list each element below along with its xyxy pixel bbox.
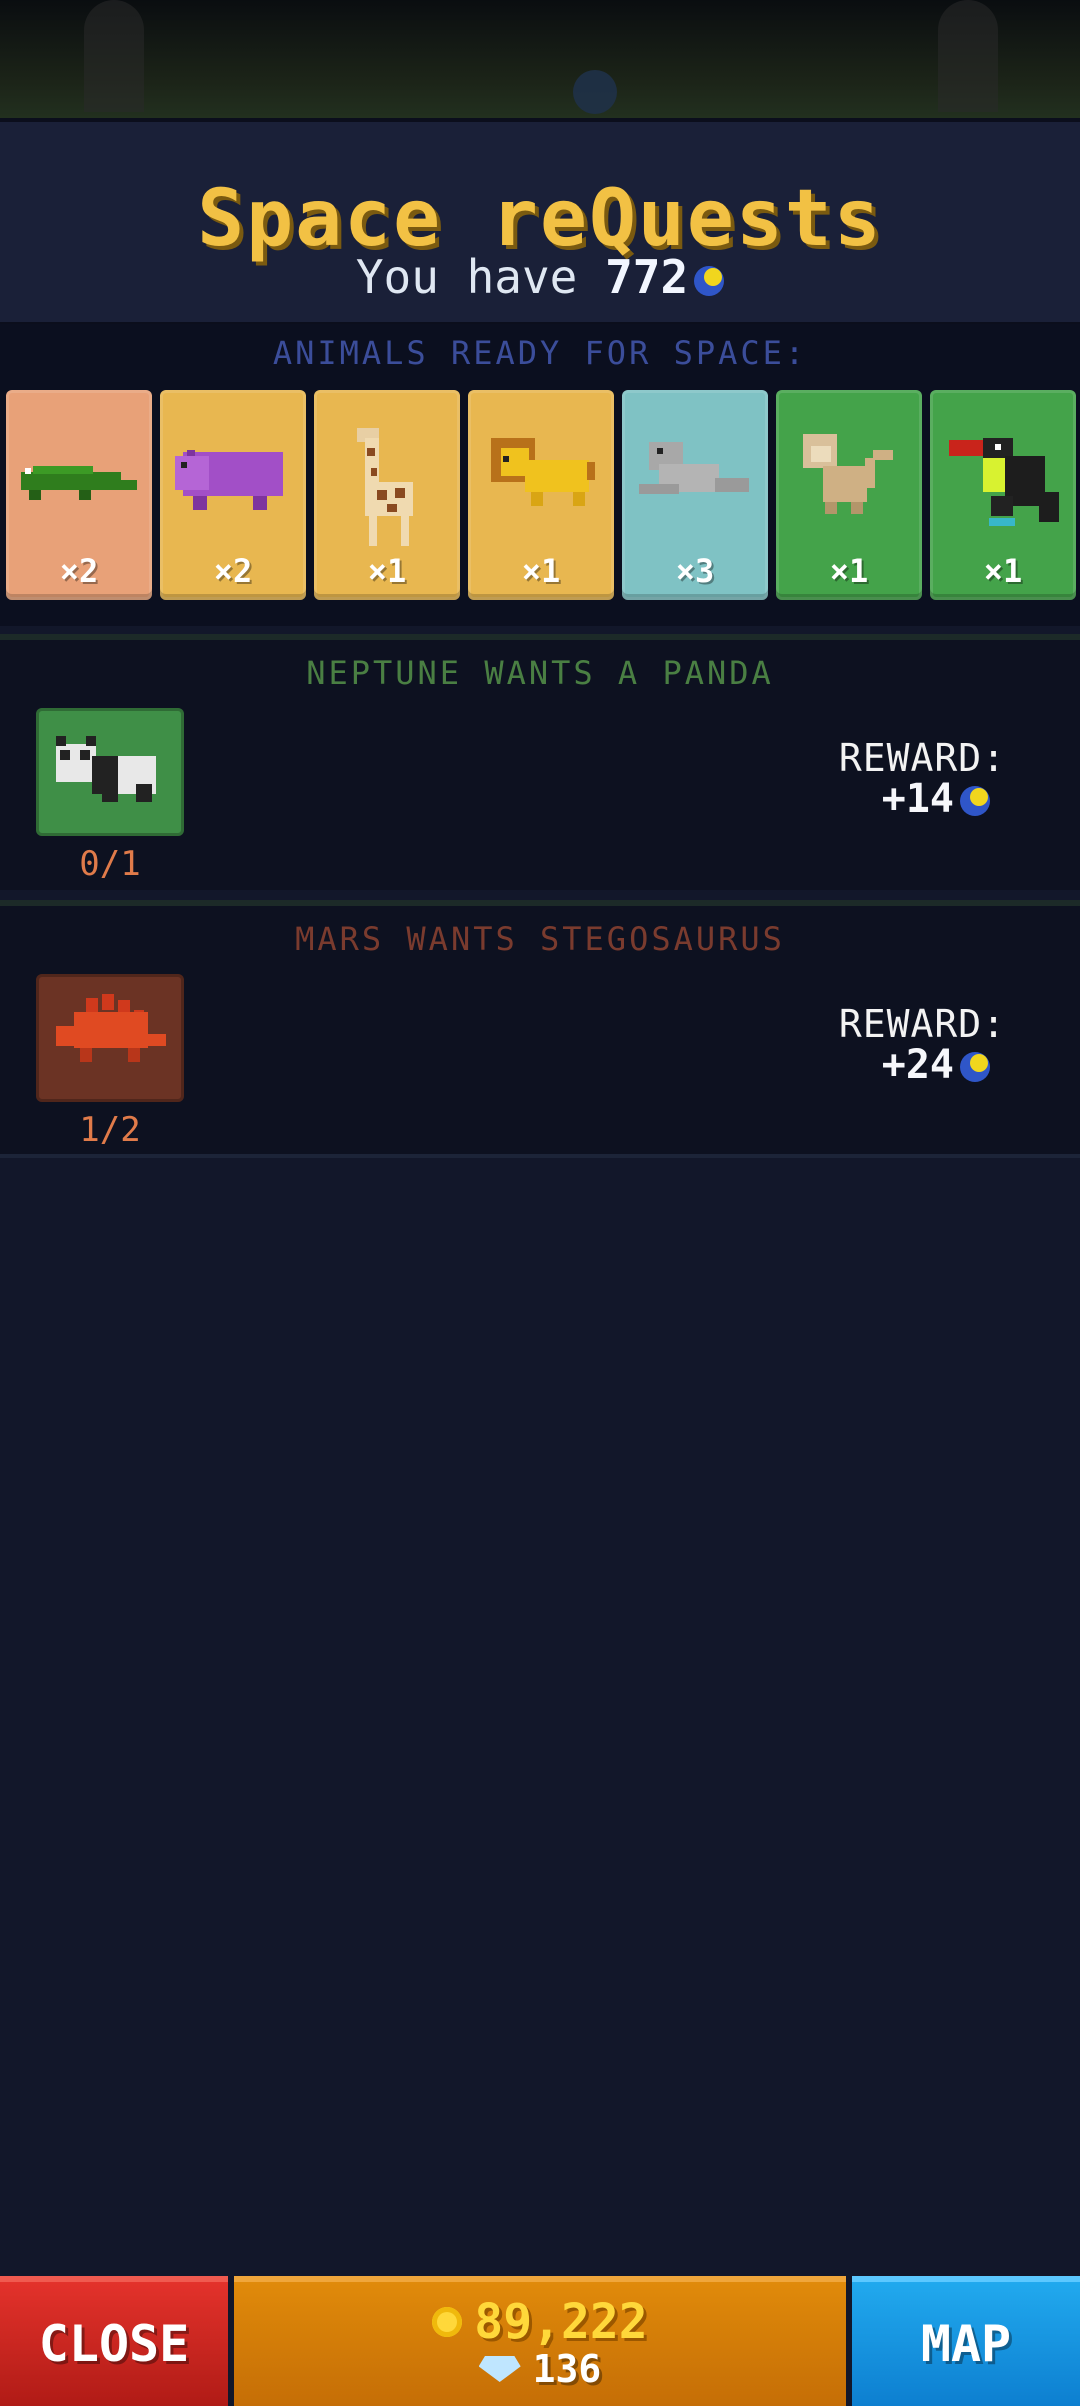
reward-value: +24 — [882, 1042, 990, 1088]
coin-icon — [432, 2307, 463, 2337]
request-animal-tile — [36, 974, 184, 1102]
animal-card-giraffe[interactable]: ×1 — [314, 390, 460, 600]
animal-card-hippo[interactable]: ×2 — [160, 390, 306, 600]
request-card[interactable]: MARS WANTS STEGOSAURUS 1/2 REWARD: +24 — [0, 900, 1080, 1156]
gem-icon — [478, 2356, 521, 2382]
seal-icon — [639, 442, 749, 494]
request-progress: 1/2 — [79, 1110, 141, 1150]
giraffe-icon — [357, 428, 413, 546]
coin-count: 89,222 — [474, 2294, 648, 2350]
request-title: NEPTUNE WANTS A PANDA — [306, 654, 774, 692]
moon-coin-icon — [694, 265, 725, 296]
bottom-bar: CLOSE 89,222 136 MAP — [0, 2276, 1080, 2406]
toucan-icon — [949, 438, 1059, 526]
currency-display: 89,222 136 — [234, 2276, 846, 2406]
request-title: MARS WANTS STEGOSAURUS — [295, 920, 785, 958]
reward-value: +14 — [882, 776, 990, 822]
reward-label: REWARD: — [838, 1002, 1006, 1046]
tree-silhouette — [938, 0, 998, 112]
balance-prefix: You have — [355, 250, 578, 304]
balance-value: 772 — [605, 250, 689, 304]
gem-count: 136 — [532, 2347, 602, 2391]
hippo-icon — [175, 450, 283, 510]
moon-coin-icon — [573, 70, 617, 114]
game-scene-strip — [0, 0, 1080, 118]
divider — [0, 1154, 1080, 1158]
monkey-icon — [803, 434, 893, 514]
request-progress: 0/1 — [79, 844, 141, 884]
animal-card-seal[interactable]: ×3 — [622, 390, 768, 600]
tree-silhouette — [84, 0, 144, 112]
animal-card-toucan[interactable]: ×1 — [930, 390, 1076, 600]
close-button[interactable]: CLOSE — [0, 2276, 228, 2406]
animal-card-crocodile[interactable]: ×2 — [6, 390, 152, 600]
crocodile-icon — [21, 466, 137, 500]
lion-icon — [491, 438, 595, 506]
moon-coin-icon — [960, 786, 990, 816]
ready-label: ANIMALS READY FOR SPACE: — [272, 334, 808, 372]
ready-animals-section: ANIMALS READY FOR SPACE: ×2 ×2 ×1 ×1 ×3 … — [0, 324, 1080, 626]
request-card[interactable]: NEPTUNE WANTS A PANDA 0/1 REWARD: +14 — [0, 634, 1080, 890]
moon-coin-icon — [960, 1052, 990, 1082]
request-animal-tile — [36, 708, 184, 836]
panda-icon — [56, 736, 156, 802]
balance-line: You have 772 — [0, 250, 1080, 304]
requests-header: Space reQuests You have 772 — [0, 118, 1080, 328]
animal-card-monkey[interactable]: ×1 — [776, 390, 922, 600]
map-button[interactable]: MAP — [852, 2276, 1080, 2406]
stegosaurus-icon — [56, 994, 166, 1062]
reward-label: REWARD: — [838, 736, 1006, 780]
animal-card-lion[interactable]: ×1 — [468, 390, 614, 600]
